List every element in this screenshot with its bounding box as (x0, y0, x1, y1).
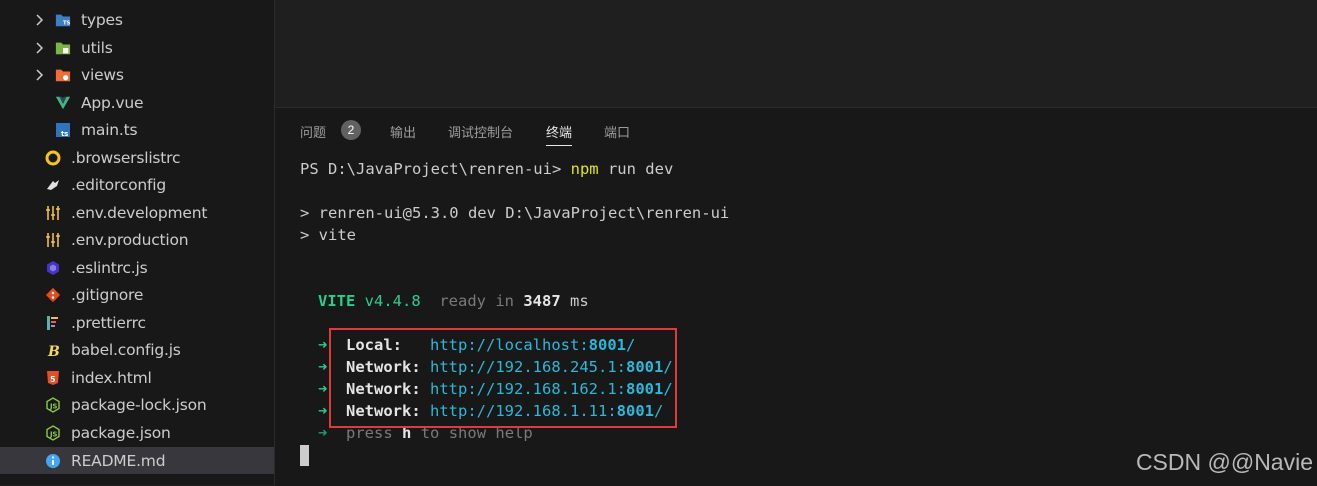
tree-item-label: App.vue (81, 94, 144, 112)
tree-item-label: .editorconfig (71, 176, 167, 194)
terminal-vite-line: > vite (300, 226, 356, 244)
svg-text:JS: JS (49, 403, 57, 411)
tree-file-babel-config[interactable]: B babel.config.js (0, 337, 274, 363)
arrow-icon: ➜ (318, 402, 328, 420)
explorer-sidebar: TS types utils views App.vue ts main.ts (0, 0, 275, 485)
svg-text:B: B (47, 344, 60, 358)
tree-item-label: .gitignore (71, 286, 144, 304)
tree-file-package-json[interactable]: JS package.json (0, 420, 274, 446)
ts-file-icon: ts (55, 122, 71, 138)
chevron-right-icon[interactable] (34, 65, 46, 85)
tree-file-env-development[interactable]: .env.development (0, 200, 274, 226)
arrow-icon: ➜ (318, 424, 328, 442)
html5-icon: 5 (45, 370, 61, 386)
terminal-command-line: PS D:\JavaProject\renren-ui> npm run dev (300, 160, 673, 178)
csdn-watermark: CSDN @@Navie (1135, 449, 1313, 475)
ready-unit: ms (570, 292, 589, 310)
tree-folder-types[interactable]: TS types (0, 7, 274, 33)
tree-item-label: .eslintrc.js (71, 259, 148, 277)
chevron-right-icon[interactable] (34, 38, 46, 58)
ready-ms: 3487 (523, 292, 561, 310)
svg-text:TS: TS (63, 20, 70, 26)
arrow-icon: ➜ (318, 336, 328, 354)
babel-icon: B (45, 342, 61, 358)
terminal[interactable]: PS D:\JavaProject\renren-ui> npm run dev… (275, 108, 1317, 486)
nodejs-icon: JS (45, 425, 61, 441)
tree-file-eslintrc[interactable]: .eslintrc.js (0, 255, 274, 281)
env-file-icon (45, 232, 61, 248)
tree-item-label: .prettierrc (71, 314, 146, 332)
tree-file-env-production[interactable]: .env.production (0, 227, 274, 253)
bottom-panel: 问题 2 输出 调试控制台 终端 端口 PS D:\JavaProject\re… (275, 107, 1317, 486)
tree-folder-utils[interactable]: utils (0, 35, 274, 61)
tree-file-gitignore[interactable]: .gitignore (0, 282, 274, 308)
terminal-command-args: run dev (598, 160, 674, 178)
terminal-command-npm: npm (570, 160, 599, 178)
tree-item-label: main.ts (81, 121, 138, 139)
tree-file-prettierrc[interactable]: .prettierrc (0, 310, 274, 336)
tree-file-main-ts[interactable]: ts main.ts (0, 117, 274, 143)
browserslist-icon (45, 150, 61, 166)
chevron-right-icon[interactable] (34, 10, 46, 30)
tree-folder-views[interactable]: views (0, 62, 274, 88)
eslint-icon (45, 260, 61, 276)
tree-item-label: .env.development (71, 204, 208, 222)
tree-item-label: views (81, 66, 124, 84)
tree-item-label: README.md (71, 451, 166, 470)
vite-name: VITE (318, 292, 356, 310)
tree-item-label: utils (81, 39, 113, 57)
tree-file-app-vue[interactable]: App.vue (0, 90, 274, 116)
tree-item-label: .browserslistrc (71, 149, 181, 167)
urls-highlight-box (329, 328, 677, 428)
terminal-ready-line: VITE v4.4.8 ready in 3487 ms (318, 292, 589, 310)
editorconfig-icon (45, 177, 61, 193)
terminal-prompt: PS D:\JavaProject\renren-ui> (300, 160, 571, 178)
tree-file-editorconfig[interactable]: .editorconfig (0, 172, 274, 198)
tree-file-readme[interactable]: README.md (0, 447, 274, 474)
vue-file-icon (55, 95, 71, 111)
prettier-icon (45, 315, 61, 331)
arrow-icon: ➜ (318, 380, 328, 398)
utils-folder-icon (55, 40, 71, 56)
tree-item-label: index.html (71, 369, 152, 387)
tree-item-label: package.json (71, 424, 171, 442)
ready-text: ready in (439, 292, 514, 310)
tree-item-label: package-lock.json (71, 396, 207, 414)
svg-text:ts: ts (61, 130, 68, 138)
terminal-script-line: > renren-ui@5.3.0 dev D:\JavaProject\ren… (300, 204, 730, 222)
editor-area (275, 0, 1317, 107)
ts-folder-icon: TS (55, 12, 71, 28)
vite-version: v4.4.8 (364, 292, 421, 310)
tree-item-label: .env.production (71, 231, 189, 249)
nodejs-icon: JS (45, 397, 61, 413)
git-icon (45, 287, 61, 303)
terminal-cursor (300, 445, 309, 466)
info-icon (45, 453, 61, 469)
tree-item-label: babel.config.js (71, 341, 181, 359)
env-file-icon (45, 205, 61, 221)
svg-text:5: 5 (50, 375, 56, 384)
views-folder-icon (55, 67, 71, 83)
arrow-icon: ➜ (318, 358, 328, 376)
tree-file-browserslistrc[interactable]: .browserslistrc (0, 145, 274, 171)
tree-item-label: types (81, 11, 123, 29)
tree-file-package-lock[interactable]: JS package-lock.json (0, 392, 274, 418)
svg-text:JS: JS (49, 431, 57, 439)
tree-file-index-html[interactable]: 5 index.html (0, 365, 274, 391)
